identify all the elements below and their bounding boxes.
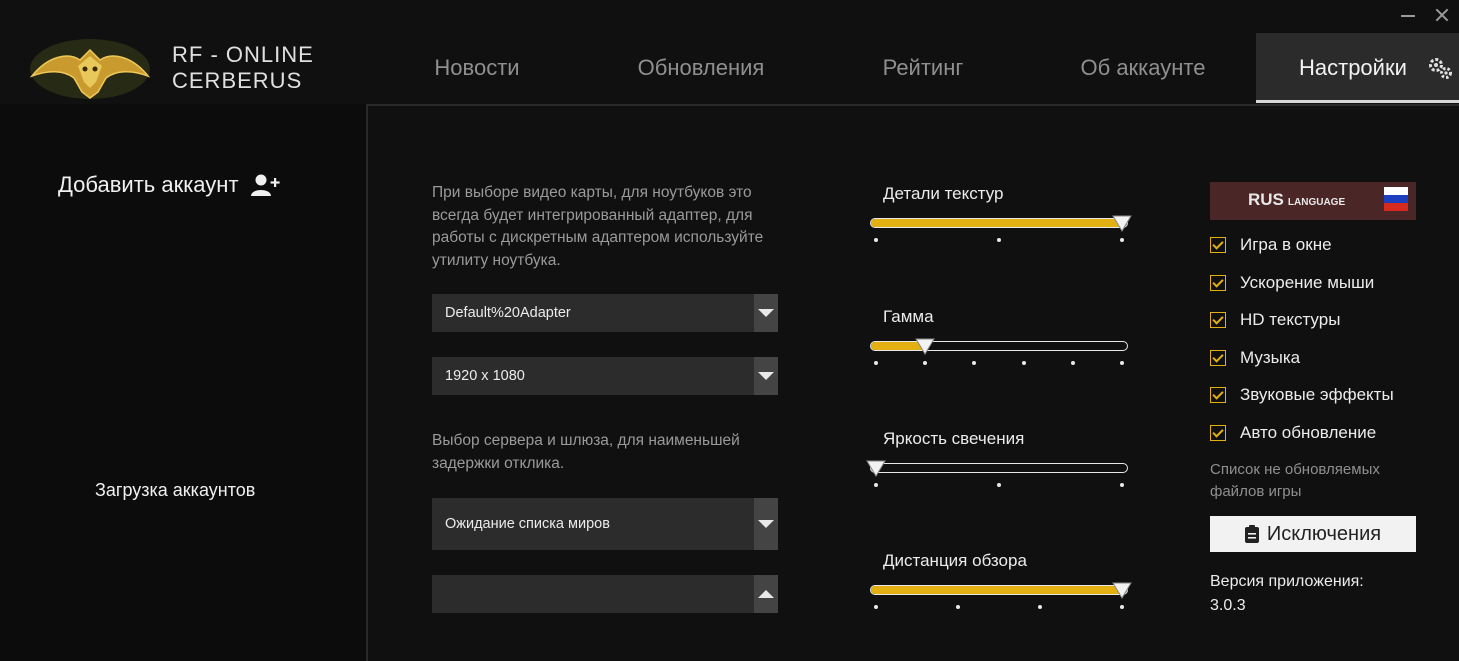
mouse-acceleration-checkbox[interactable]: Ускорение мыши <box>1210 270 1374 296</box>
chevron-down-icon <box>754 357 778 395</box>
checkbox-checked-icon <box>1210 237 1226 253</box>
close-icon[interactable] <box>1425 0 1459 30</box>
accounts-sidebar: Добавить аккаунт Загрузка аккаунтов <box>0 104 366 661</box>
checkbox-checked-icon <box>1210 312 1226 328</box>
gamma-label: Гамма <box>883 307 934 326</box>
window-controls <box>1391 0 1459 30</box>
add-account-button[interactable]: Добавить аккаунт <box>58 172 281 198</box>
slider-thumb-icon[interactable] <box>866 459 886 479</box>
gpu-select[interactable]: Default%20Adapter <box>432 294 778 332</box>
logo-title-line2: CERBERUS <box>172 68 303 93</box>
settings-panel: При выборе видео карты, для ноутбуков эт… <box>366 104 1459 661</box>
version-label: Версия приложения: <box>1210 573 1364 590</box>
slider-tick <box>1120 483 1124 487</box>
slider-thumb-icon[interactable] <box>1112 214 1132 234</box>
exclusions-button[interactable]: Исключения <box>1210 516 1416 552</box>
gpu-select-value: Default%20Adapter <box>445 305 571 321</box>
app-version: Версия приложения: 3.0.3 <box>1210 570 1364 618</box>
texture-detail-slider[interactable] <box>870 215 1132 248</box>
tab-rating[interactable]: Рейтинг <box>848 33 998 103</box>
chevron-down-icon <box>754 294 778 332</box>
slider-thumb-icon[interactable] <box>915 337 936 357</box>
texture-detail-label: Детали текстур <box>883 184 1004 203</box>
clipboard-icon <box>1244 525 1259 543</box>
glow-brightness-label: Яркость свечения <box>883 429 1025 448</box>
cerberus-emblem-icon <box>29 39 151 99</box>
slider-track[interactable] <box>870 218 1128 228</box>
slider-tick <box>972 361 977 365</box>
slider-tick <box>1120 238 1124 242</box>
gears-icon <box>1427 33 1455 103</box>
slider-tick <box>1120 361 1124 365</box>
world-select-value: Ожидание списка миров <box>445 516 610 532</box>
slider-tick <box>923 361 928 365</box>
version-value: 3.0.3 <box>1210 597 1246 614</box>
windowed-mode-checkbox[interactable]: Игра в окне <box>1210 232 1332 258</box>
language-button[interactable]: RUS LANGUAGE <box>1210 182 1416 220</box>
hd-textures-checkbox[interactable]: HD текстуры <box>1210 307 1340 333</box>
checkbox-label: Ускорение мыши <box>1240 273 1375 292</box>
checkbox-checked-icon <box>1210 425 1226 441</box>
slider-tick <box>874 361 878 365</box>
slider-track[interactable] <box>870 463 1128 473</box>
slider-tick <box>1120 605 1124 609</box>
resolution-select[interactable]: 1920 x 1080 <box>432 357 778 395</box>
gamma-slider[interactable] <box>870 338 1128 371</box>
checkbox-label: HD текстуры <box>1240 310 1341 329</box>
tab-news[interactable]: Новости <box>384 33 570 103</box>
resolution-select-value: 1920 x 1080 <box>445 368 525 384</box>
gpu-hint: При выборе видео карты, для ноутбуков эт… <box>432 184 764 269</box>
app-logo: RF - ONLINE CERBERUS <box>28 36 328 102</box>
chevron-down-icon <box>754 498 778 550</box>
add-account-label: Добавить аккаунт <box>58 172 239 197</box>
slider-tick <box>956 605 960 609</box>
slider-tick <box>874 605 878 609</box>
checkbox-label: Игра в окне <box>1240 235 1332 254</box>
slider-tick <box>1038 605 1042 609</box>
auto-update-checkbox[interactable]: Авто обновление <box>1210 420 1376 446</box>
main-nav: Новости Обновления Рейтинг Об аккаунте Н… <box>368 33 1459 103</box>
sound-effects-checkbox[interactable]: Звуковые эффекты <box>1210 382 1394 408</box>
user-plus-icon <box>250 173 281 197</box>
glow-brightness-slider[interactable] <box>866 460 1128 493</box>
slider-track[interactable] <box>870 585 1128 595</box>
checkbox-label: Звуковые эффекты <box>1240 385 1394 404</box>
view-distance-slider[interactable] <box>870 582 1132 615</box>
view-distance-label: Дистанция обзора <box>883 551 1027 570</box>
gateway-select[interactable] <box>432 575 778 613</box>
russian-flag-icon <box>1384 187 1408 211</box>
music-checkbox[interactable]: Музыка <box>1210 345 1300 371</box>
slider-tick <box>997 238 1001 242</box>
logo-title-line1: RF - ONLINE <box>172 42 314 67</box>
loading-accounts-text: Загрузка аккаунтов <box>95 480 256 500</box>
exclusions-label: Исключения <box>1266 522 1382 545</box>
chevron-up-icon <box>754 575 778 613</box>
checkbox-checked-icon <box>1210 275 1226 291</box>
slider-tick <box>1021 361 1026 365</box>
tab-updates[interactable]: Обновления <box>606 33 796 103</box>
world-select[interactable]: Ожидание списка миров <box>432 498 778 550</box>
slider-tick <box>1070 361 1075 365</box>
slider-thumb-icon[interactable] <box>1112 581 1132 601</box>
checkbox-checked-icon <box>1210 387 1226 403</box>
slider-track[interactable] <box>870 341 1128 351</box>
minimize-icon[interactable] <box>1391 0 1425 30</box>
checkbox-label: Музыка <box>1240 348 1301 367</box>
slider-tick <box>997 483 1001 487</box>
checkbox-checked-icon <box>1210 350 1226 366</box>
exclusions-note: Список не обновляемых файлов игры <box>1210 461 1380 500</box>
slider-fill <box>871 219 1123 227</box>
checkbox-label: Авто обновление <box>1240 423 1377 442</box>
slider-tick <box>874 483 878 487</box>
tab-settings-label: Настройки <box>1299 55 1407 80</box>
tab-settings[interactable]: Настройки <box>1256 33 1459 103</box>
slider-tick <box>874 238 878 242</box>
language-code: RUS LANGUAGE <box>1248 190 1346 209</box>
slider-fill <box>871 586 1123 594</box>
tab-account[interactable]: Об аккаунте <box>1058 33 1228 103</box>
server-hint: Выбор сервера и шлюза, для наименьшей за… <box>432 432 740 472</box>
